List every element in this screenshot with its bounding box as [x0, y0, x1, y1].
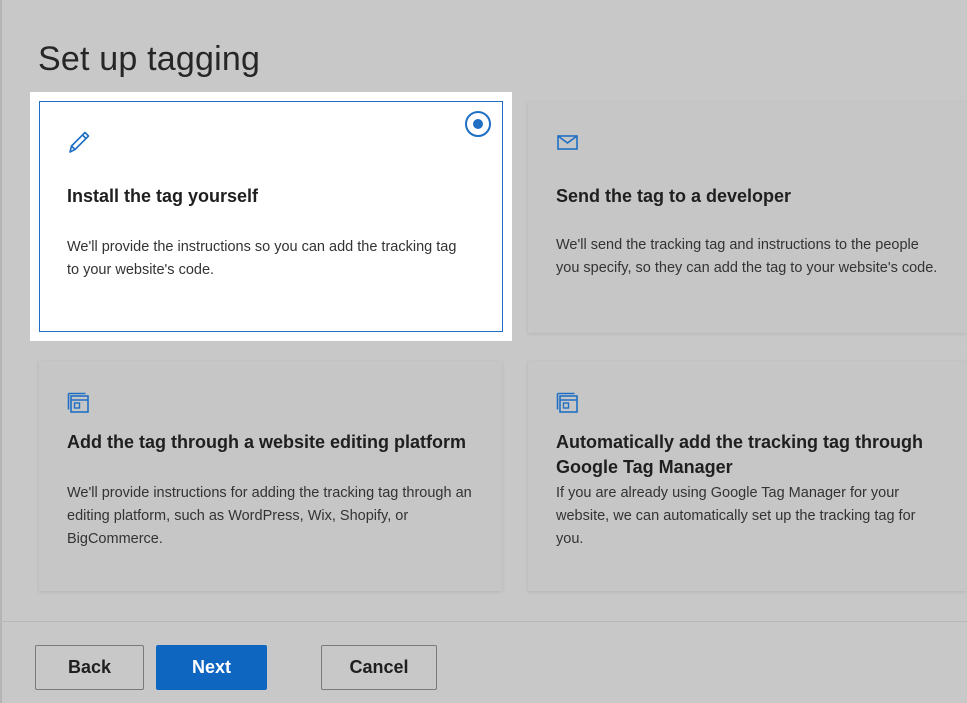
- page-title: Set up tagging: [38, 40, 261, 78]
- option-card-install-yourself-inner[interactable]: Install the tag yourself We'll provide t…: [39, 101, 503, 332]
- envelope-icon: [556, 132, 580, 157]
- radio-selected-dot: [473, 119, 483, 129]
- option-description: If you are already using Google Tag Mana…: [556, 485, 916, 547]
- option-card-google-tag-manager[interactable]: Automatically add the tracking tag throu…: [528, 361, 967, 591]
- option-card-send-to-developer[interactable]: Send the tag to a developer We'll send t…: [528, 102, 967, 333]
- option-card-website-editing-platform[interactable]: Add the tag through a website editing pl…: [39, 361, 502, 591]
- option-title: Send the tag to a developer: [556, 186, 792, 206]
- option-card-install-yourself[interactable]: Install the tag yourself We'll provide t…: [30, 92, 512, 341]
- option-title: Add the tag through a website editing pl…: [67, 432, 466, 452]
- browser-window-icon: [556, 392, 580, 421]
- cancel-button[interactable]: Cancel: [321, 645, 437, 690]
- option-radio-install-yourself[interactable]: [465, 111, 491, 137]
- option-description: We'll provide instructions for adding th…: [67, 485, 472, 547]
- next-button[interactable]: Next: [156, 645, 267, 690]
- pencil-icon: [66, 128, 92, 161]
- option-description: We'll provide the instructions so you ca…: [67, 239, 457, 278]
- back-button[interactable]: Back: [35, 645, 144, 690]
- option-description: We'll send the tracking tag and instruct…: [556, 237, 938, 276]
- footer-divider: [0, 621, 967, 622]
- option-title: Install the tag yourself: [67, 186, 259, 206]
- left-divider: [0, 0, 2, 703]
- option-title: Automatically add the tracking tag throu…: [556, 432, 924, 477]
- browser-window-icon: [67, 392, 91, 421]
